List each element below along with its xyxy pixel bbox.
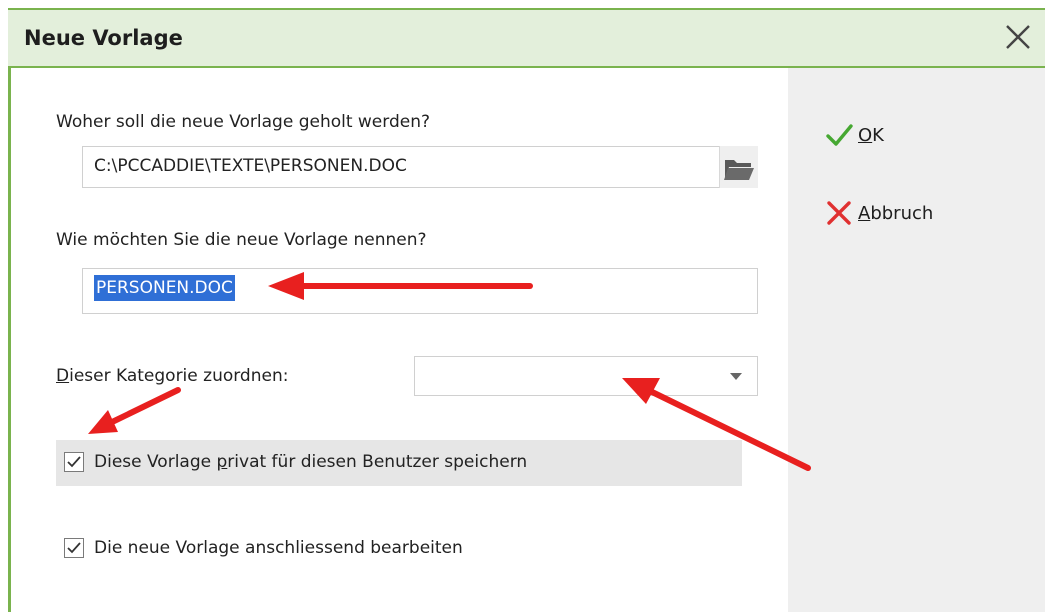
title-bar: Neue Vorlage (8, 8, 1045, 68)
chevron-down-icon (730, 373, 742, 380)
template-name-value: PERSONEN.DOC (94, 275, 235, 301)
edit-checkbox[interactable] (64, 538, 84, 558)
cancel-label: Abbruch (858, 202, 934, 224)
checkmark-icon (67, 456, 81, 468)
annotation-arrow-checkbox (88, 387, 181, 434)
close-icon (1006, 25, 1030, 49)
new-template-dialog: Neue Vorlage OK Abbruch Woher soll die n… (0, 0, 1045, 612)
checkmark-icon (67, 542, 81, 554)
browse-folder-button[interactable] (719, 146, 758, 188)
checkmark-icon (826, 124, 853, 146)
edit-checkbox-label: Die neue Vorlage anschliessend bearbeite… (94, 538, 463, 558)
cross-icon (827, 201, 851, 225)
edit-checkbox-row[interactable]: Die neue Vorlage anschliessend bearbeite… (64, 538, 463, 558)
folder-icon (724, 160, 754, 180)
source-path-field[interactable]: C:\PCCADDIE\TEXTE\PERSONEN.DOC (82, 146, 758, 188)
category-label: Dieser Kategorie zuordnen: (56, 366, 289, 386)
private-checkbox-label: Diese Vorlage privat für diesen Benutzer… (94, 452, 528, 472)
dialog-left-border (8, 68, 11, 612)
source-path-value: C:\PCCADDIE\TEXTE\PERSONEN.DOC (94, 156, 407, 176)
close-button[interactable] (1003, 22, 1033, 52)
private-checkbox-row[interactable]: Diese Vorlage privat für diesen Benutzer… (64, 452, 527, 472)
source-label: Woher soll die neue Vorlage geholt werde… (56, 112, 431, 132)
ok-button[interactable]: OK (824, 120, 884, 150)
category-dropdown[interactable] (414, 356, 758, 396)
dialog-title: Neue Vorlage (24, 26, 183, 50)
cancel-button[interactable]: Abbruch (824, 198, 933, 228)
template-name-input[interactable]: PERSONEN.DOC (82, 268, 758, 314)
private-checkbox[interactable] (64, 452, 84, 472)
name-label: Wie möchten Sie die neue Vorlage nennen? (56, 230, 427, 250)
ok-label: OK (858, 124, 884, 146)
